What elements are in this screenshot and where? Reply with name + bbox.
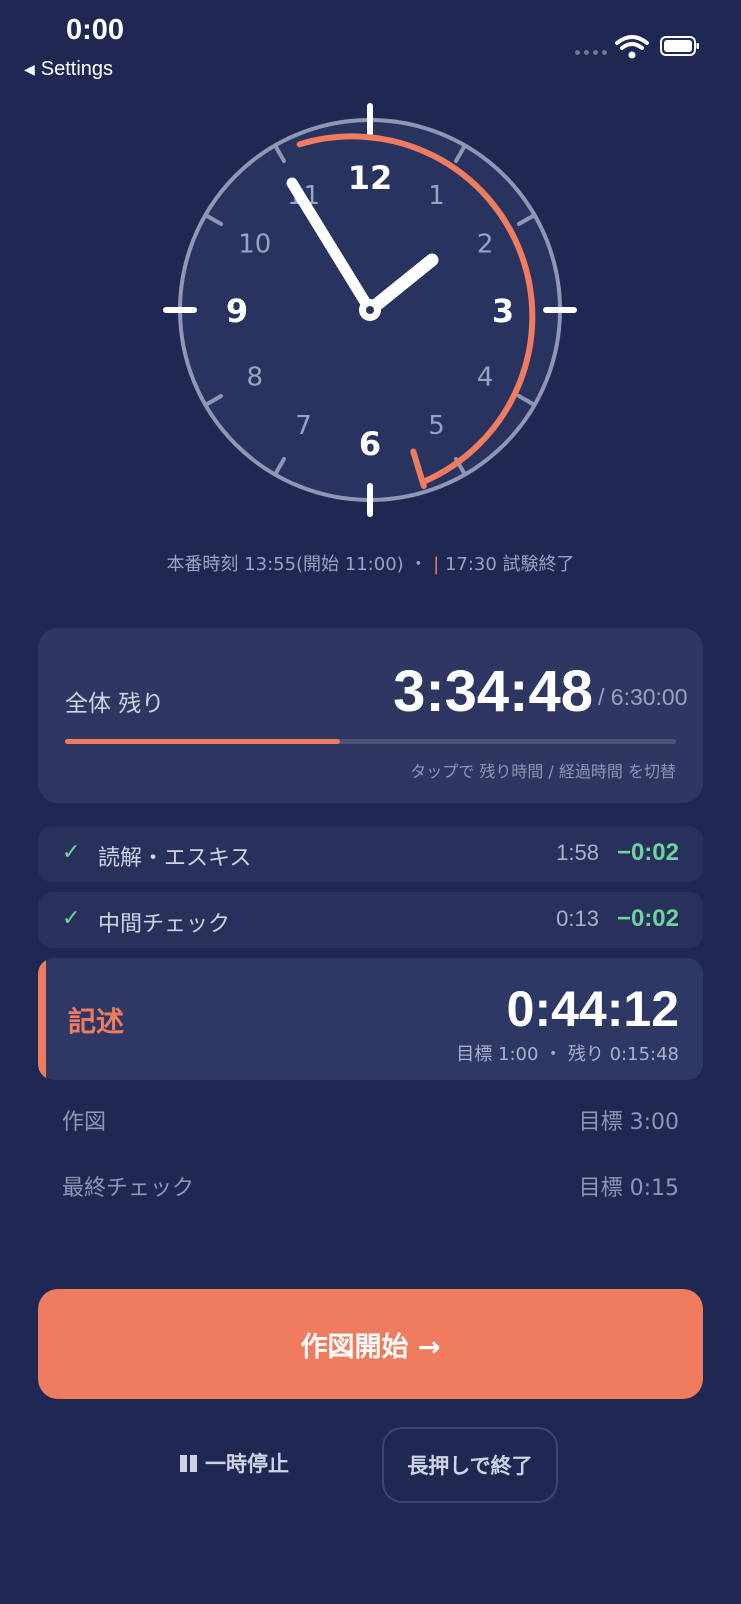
overall-remaining-time: 3:34:48 bbox=[393, 659, 593, 724]
phase-target: 目標 3:00 bbox=[578, 1110, 679, 1135]
clock-numeral: 8 bbox=[247, 363, 264, 393]
active-phase-name: 記述 bbox=[68, 1005, 125, 1038]
clock-numeral: 12 bbox=[348, 159, 393, 197]
current-time-text: 本番時刻 13:55(開始 11:00) ・ bbox=[166, 554, 428, 575]
phase-name: 中間チェック bbox=[98, 912, 231, 937]
cellular-signal-icon bbox=[575, 50, 607, 55]
overall-progress-fill bbox=[65, 739, 340, 744]
clock-numeral: 3 bbox=[492, 292, 514, 330]
phase-delta: −0:02 bbox=[616, 839, 679, 866]
phase-row-done: ✓ 読解・エスキス 1:58 −0:02 bbox=[38, 826, 703, 882]
active-phase-time: 0:44:12 bbox=[506, 981, 679, 1037]
phase-target: 目標 0:15 bbox=[578, 1176, 679, 1201]
phase-duration: 1:58 bbox=[556, 840, 599, 865]
overall-total-time: / 6:30:00 bbox=[598, 684, 688, 710]
clock-numeral: 2 bbox=[477, 230, 494, 260]
phase-row-upcoming: 最終チェック 目標 0:15 bbox=[38, 1166, 703, 1206]
check-icon: ✓ bbox=[62, 840, 81, 865]
overall-progress-bar bbox=[65, 739, 676, 744]
phase-row-done: ✓ 中間チェック 0:13 −0:02 bbox=[38, 892, 703, 948]
pause-label: 一時停止 bbox=[205, 1452, 289, 1476]
phase-delta: −0:02 bbox=[616, 905, 679, 932]
check-icon: ✓ bbox=[62, 906, 81, 931]
active-phase-accent bbox=[38, 958, 46, 1080]
analog-clock: 12 1 2 3 4 5 6 7 8 9 10 11 bbox=[163, 103, 577, 517]
pause-icon bbox=[180, 1454, 197, 1472]
back-link-label: Settings bbox=[40, 58, 114, 80]
clock-numeral: 1 bbox=[428, 181, 445, 211]
back-to-settings-link[interactable]: ◀ Settings bbox=[24, 58, 113, 81]
clock-numeral: 4 bbox=[477, 363, 494, 393]
long-press-end-button[interactable]: 長押しで終了 bbox=[382, 1427, 558, 1503]
clock-numeral: 5 bbox=[428, 411, 445, 441]
active-phase-subtitle: 目標 1:00 ・ 残り 0:15:48 bbox=[456, 1044, 679, 1065]
clock-numeral: 10 bbox=[238, 230, 271, 260]
phase-row-upcoming: 作図 目標 3:00 bbox=[38, 1100, 703, 1140]
clock-numeral: 9 bbox=[226, 292, 248, 330]
clock-numeral: 6 bbox=[359, 425, 381, 463]
end-marker-legend: | bbox=[433, 554, 440, 575]
start-drawing-button[interactable]: 作図開始 → bbox=[38, 1289, 703, 1399]
phase-name: 読解・エスキス bbox=[98, 846, 252, 871]
phase-row-active: 記述 0:44:12 目標 1:00 ・ 残り 0:15:48 bbox=[38, 958, 703, 1080]
pause-button[interactable]: 一時停止 bbox=[180, 1448, 289, 1478]
back-arrow-icon: ◀ bbox=[24, 61, 35, 77]
status-time: 0:00 bbox=[66, 14, 125, 46]
overall-label: 全体 残り bbox=[65, 691, 165, 717]
phase-name: 最終チェック bbox=[62, 1176, 195, 1201]
phase-duration: 0:13 bbox=[556, 906, 599, 931]
clock-caption: 本番時刻 13:55(開始 11:00) ・ | 17:30 試験終了 bbox=[0, 550, 741, 576]
exam-end-text: 17:30 試験終了 bbox=[444, 554, 575, 575]
clock-numeral: 7 bbox=[295, 411, 312, 441]
wifi-icon bbox=[615, 35, 649, 59]
phase-name: 作図 bbox=[62, 1110, 107, 1135]
overall-remaining-card[interactable]: 全体 残り 3:34:48 / 6:30:00 タップで 残り時間 / 経過時間… bbox=[38, 628, 703, 803]
toggle-hint: タップで 残り時間 / 経過時間 を切替 bbox=[410, 762, 676, 781]
battery-icon bbox=[660, 36, 699, 56]
